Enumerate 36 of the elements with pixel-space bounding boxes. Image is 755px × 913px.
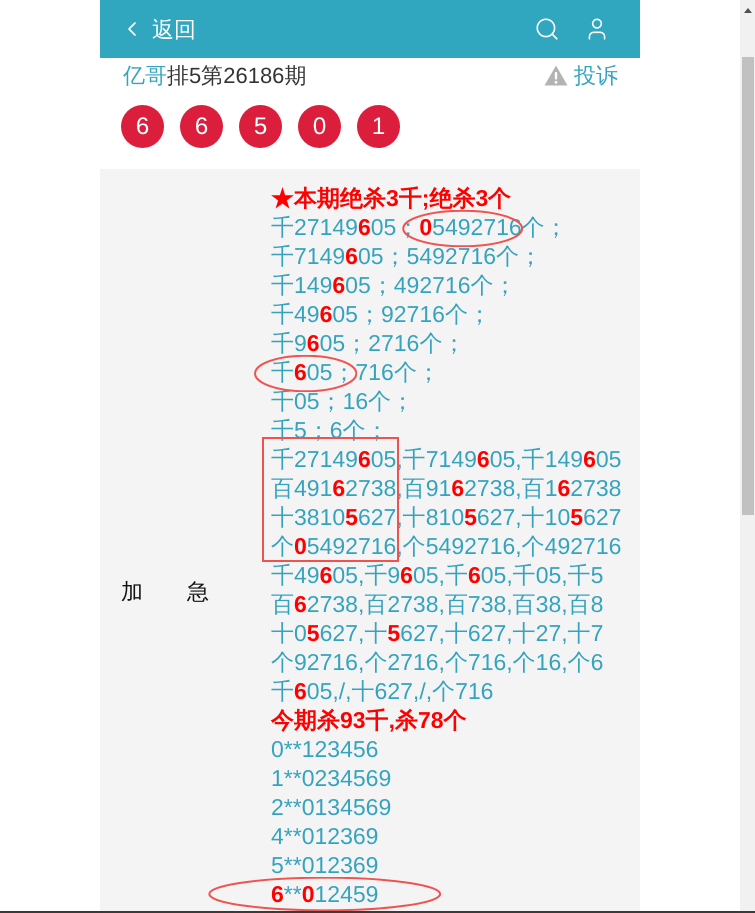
prediction-text: 4**012369	[271, 822, 378, 851]
prediction-text: 千49605；92716个；	[271, 300, 491, 329]
issue-title: 排5第26186期	[167, 62, 306, 90]
row-label: 加 急	[121, 578, 210, 606]
prediction-text: 千27149605	[271, 445, 396, 474]
prediction-text: 2**0134569	[271, 793, 392, 822]
section-heading: 今期杀93千,杀78个	[271, 706, 468, 735]
scroll-up-arrow-icon[interactable]	[744, 8, 752, 13]
prediction-text: 十05627,十5627,十627,十27,十7	[271, 619, 604, 648]
prediction-text: 千49605,千9605,千605,千05,千5	[271, 561, 604, 590]
author-link[interactable]: 亿哥	[123, 58, 167, 92]
prediction-text: 千9605；2716个；	[271, 329, 466, 358]
scrollbar-thumb[interactable]	[742, 57, 754, 515]
prediction-text: 1**0234569	[271, 764, 392, 793]
prediction-text: 716个；	[355, 358, 440, 387]
prediction-text: 十38105627	[271, 503, 396, 532]
report-link[interactable]: 投诉	[544, 58, 618, 92]
prediction-text: 5**012369	[271, 851, 378, 880]
prediction-text: 个05492716	[271, 532, 396, 561]
back-button[interactable]: 返回	[120, 12, 196, 46]
prediction-text: 6**012459	[271, 880, 378, 909]
prediction-text: 0**123456	[271, 735, 378, 764]
section-heading: ★本期绝杀3千;绝杀3个	[271, 184, 512, 213]
prediction-text: 个；	[522, 213, 568, 242]
prediction-text: 千7149605；5492716个；	[271, 242, 542, 271]
search-icon	[534, 16, 560, 42]
search-button[interactable]	[534, 16, 560, 42]
prediction-text: 百49162738	[271, 474, 396, 503]
prediction-text: 千05；16个；	[271, 387, 414, 416]
warning-icon	[544, 64, 568, 86]
prediction-text: 千605,/,十627,/,个716	[271, 677, 494, 706]
prediction-text: 个92716,个2716,个716,个16,个6	[271, 648, 604, 677]
prediction-text: 千149605；492716个；	[271, 271, 517, 300]
prediction-text: 百62738,百2738,百738,百38,百8	[271, 590, 604, 619]
prediction-text: 05492716	[419, 213, 522, 242]
prediction-text: 千605；	[271, 358, 356, 387]
